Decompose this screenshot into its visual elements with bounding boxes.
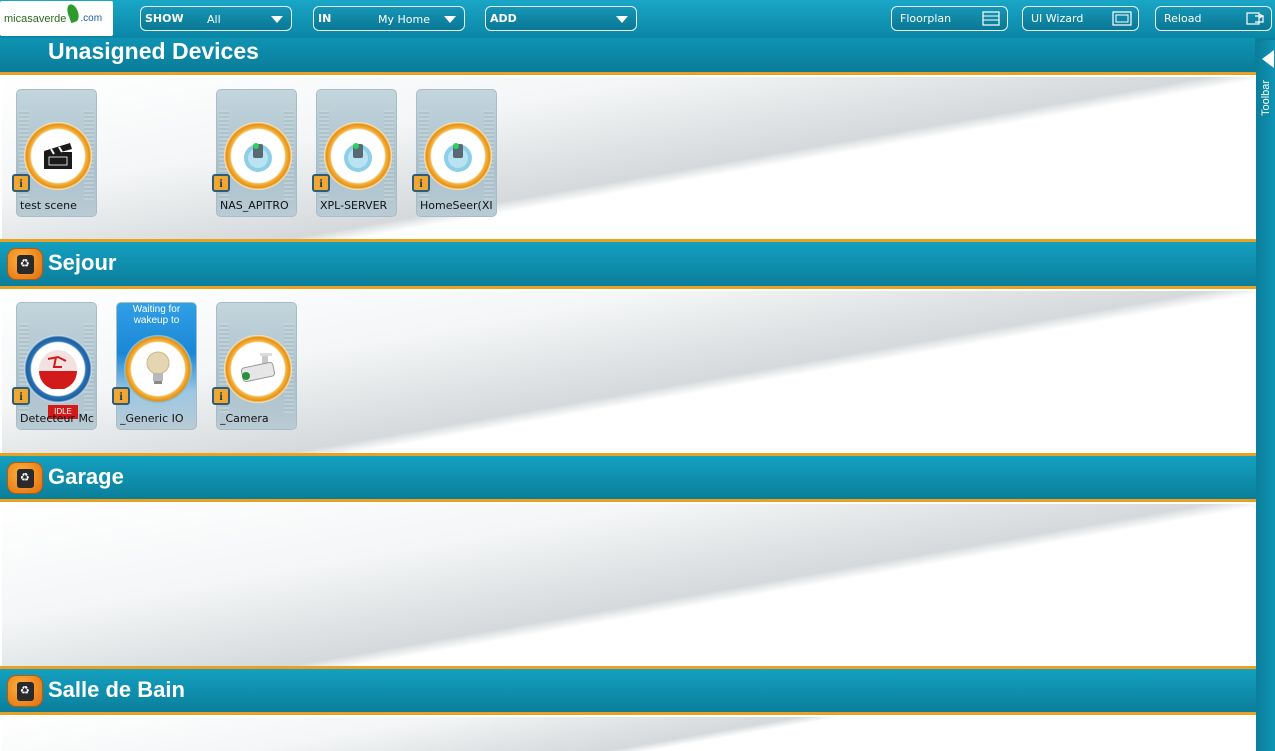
ui-wizard-button[interactable]: UI Wizard — [1022, 6, 1139, 31]
reload-button[interactable]: Reload — [1155, 6, 1272, 31]
trash-icon — [17, 255, 34, 274]
camera-icon — [238, 349, 278, 389]
device-name: XPL-SERVER — [320, 199, 388, 212]
in-filter-value: My Home — [378, 13, 430, 26]
floorplan-button[interactable]: Floorplan — [891, 6, 1008, 31]
device-name: HomeSeer(XI — [420, 199, 493, 212]
chevron-down-icon — [271, 16, 283, 23]
panel-background — [2, 77, 1257, 242]
device-status-ring — [224, 335, 292, 403]
device-tile-detecteur[interactable]: IDLE i Detecteur Mc — [12, 302, 97, 430]
device-name: _Generic IO — [120, 412, 184, 425]
delete-room-button[interactable] — [7, 462, 43, 494]
info-icon[interactable]: i — [412, 174, 430, 192]
info-icon[interactable]: i — [12, 174, 30, 192]
device-name: test scene — [20, 199, 77, 212]
room-header-salle-de-bain: Salle de Bain — [0, 669, 1257, 713]
plugin-globe-icon — [438, 136, 478, 176]
leaf-icon — [65, 2, 82, 23]
trash-icon — [17, 682, 34, 701]
room-header-sejour: Sejour — [0, 242, 1257, 286]
room-name: Garage — [48, 464, 124, 489]
plugin-globe-icon — [338, 136, 378, 176]
info-icon[interactable]: i — [312, 174, 330, 192]
device-status-ring — [424, 122, 492, 190]
chevron-down-icon — [616, 16, 628, 23]
floorplan-button-label: Floorplan — [900, 12, 952, 25]
delete-room-button[interactable] — [7, 248, 43, 280]
device-status-ring — [24, 122, 92, 190]
reload-button-label: Reload — [1164, 12, 1202, 25]
room-panel-sejour: IDLE i Detecteur Mc Waiting for wakeup t… — [0, 286, 1257, 456]
clapperboard-icon — [38, 136, 78, 176]
show-filter-value: All — [207, 13, 221, 26]
add-label: ADD — [490, 12, 517, 25]
room-panel-salle-de-bain — [0, 712, 1257, 751]
device-status-ring — [224, 122, 292, 190]
motion-sensor-icon — [38, 349, 78, 389]
info-icon[interactable]: i — [212, 174, 230, 192]
page-title: Unasigned Devices — [48, 38, 259, 64]
device-tile-generic-io[interactable]: Waiting for wakeup to i _Generic IO — [112, 302, 197, 430]
room-name: Salle de Bain — [48, 677, 185, 702]
toolbar-label: Toolbar — [1260, 79, 1273, 117]
room-header-garage: Garage — [0, 456, 1257, 500]
device-status-ring — [324, 122, 392, 190]
device-tile-camera[interactable]: i _Camera — [212, 302, 297, 430]
logo-suffix: .com — [80, 13, 103, 24]
chevron-down-icon — [444, 16, 456, 23]
device-tile-nas-apitro[interactable]: i NAS_APITRO — [212, 89, 297, 217]
unassigned-devices-panel: i test scene i NAS_APITRO i XPL-SERVER i… — [0, 72, 1257, 242]
device-name: NAS_APITRO — [220, 199, 289, 212]
info-icon[interactable]: i — [112, 387, 130, 405]
info-icon[interactable]: i — [12, 387, 30, 405]
delete-room-button[interactable] — [7, 675, 43, 707]
room-panel-garage — [0, 499, 1257, 669]
show-filter-label: SHOW — [145, 12, 184, 25]
device-name: _Camera — [220, 412, 269, 425]
light-bulb-icon — [138, 349, 178, 389]
device-status-ring: IDLE — [24, 335, 92, 419]
panel-background — [2, 504, 1257, 669]
in-filter-dropdown[interactable]: IN My Home — [313, 6, 465, 31]
device-name: Detecteur Mc — [20, 412, 94, 425]
window-icon — [1112, 11, 1132, 26]
wakeup-status-text: Waiting for wakeup to — [132, 304, 181, 326]
reload-icon — [1246, 12, 1265, 25]
plugin-globe-icon — [238, 136, 278, 176]
device-status-ring — [124, 335, 192, 403]
micasaverde-logo[interactable]: micasaverde .com — [0, 1, 113, 36]
side-toolbar[interactable]: Toolbar — [1256, 40, 1275, 751]
panel-background — [2, 717, 1257, 751]
ui-wizard-button-label: UI Wizard — [1031, 12, 1084, 25]
floorplan-icon — [982, 11, 1000, 26]
room-name: Sejour — [48, 250, 117, 275]
collapse-arrow-icon[interactable] — [1262, 50, 1274, 68]
info-icon[interactable]: i — [212, 387, 230, 405]
device-tile-test-scene[interactable]: i test scene — [12, 89, 97, 217]
add-dropdown[interactable]: ADD — [485, 6, 637, 31]
logo-text: micasaverde — [4, 12, 67, 25]
device-tile-homeseer[interactable]: i HomeSeer(XI — [412, 89, 497, 217]
device-tile-xpl-server[interactable]: i XPL-SERVER — [312, 89, 397, 217]
top-bar: micasaverde .com SHOW All IN My Home ADD… — [0, 0, 1275, 38]
trash-icon — [17, 469, 34, 488]
show-filter-dropdown[interactable]: SHOW All — [140, 6, 292, 31]
in-filter-label: IN — [318, 12, 332, 25]
